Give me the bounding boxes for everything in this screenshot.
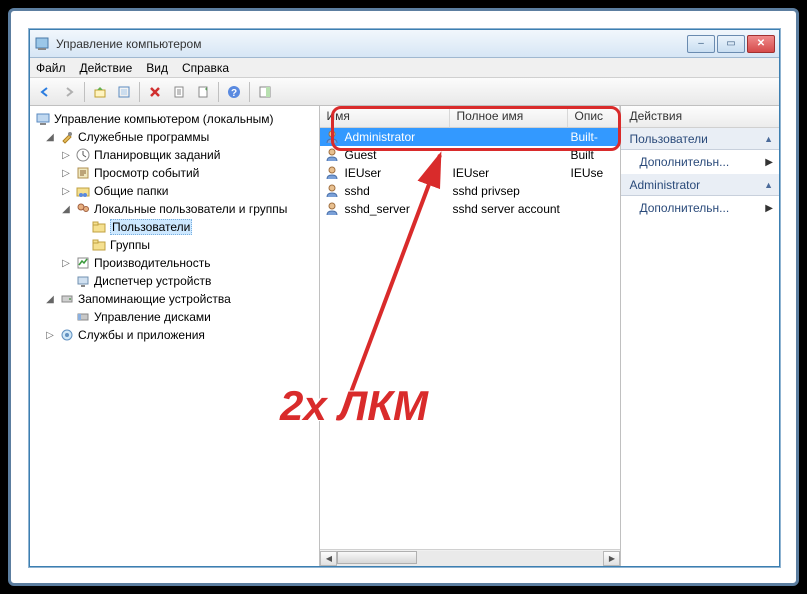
user-icon [324, 201, 340, 217]
list-row[interactable]: Guest Built [320, 146, 620, 164]
cell-fullname: sshd privsep [452, 184, 570, 198]
user-icon [324, 147, 340, 163]
close-button[interactable]: ✕ [747, 35, 775, 53]
tools-icon [59, 129, 75, 145]
collapse-icon[interactable]: ◢ [60, 204, 72, 215]
action-more-admin[interactable]: Дополнительн... ▶ [621, 196, 779, 220]
tree-storage[interactable]: ◢ Запоминающие устройства [32, 290, 317, 308]
column-desc[interactable]: Опис [568, 106, 620, 127]
cell-desc: Built [570, 148, 620, 162]
action-pane-button[interactable] [254, 81, 276, 103]
list-pane: Имя Полное имя Опис Administrator Built- G… [320, 106, 621, 566]
tree-services-apps[interactable]: ▷ Службы и приложения [32, 326, 317, 344]
maximize-button[interactable]: ▭ [717, 35, 745, 53]
actions-header: Действия [621, 106, 779, 128]
tree-root[interactable]: Управление компьютером (локальным) [32, 110, 317, 128]
list-row[interactable]: IEUserIEUserIEUse [320, 164, 620, 182]
delete-button[interactable] [144, 81, 166, 103]
scroll-left-icon[interactable]: ◀ [320, 551, 337, 566]
shared-folder-icon [75, 183, 91, 199]
column-fullname[interactable]: Полное имя [450, 106, 568, 127]
app-icon [34, 36, 50, 52]
folder-icon [91, 237, 107, 253]
back-button[interactable] [34, 81, 56, 103]
cell-name: sshd_server [344, 202, 452, 216]
tree-task-scheduler[interactable]: ▷ Планировщик заданий [32, 146, 317, 164]
collapse-icon[interactable]: ◢ [44, 132, 56, 143]
tree-performance[interactable]: ▷ Производительность [32, 254, 317, 272]
cell-name: IEUser [344, 166, 452, 180]
list-row[interactable]: Administrator Built- [320, 128, 620, 146]
storage-icon [59, 291, 75, 307]
cell-name: Guest [344, 148, 452, 162]
scroll-thumb[interactable] [337, 551, 417, 564]
expand-icon[interactable]: ▷ [60, 150, 72, 161]
action-more-users[interactable]: Дополнительн... ▶ [621, 150, 779, 174]
actions-pane: Действия Пользователи ▲ Дополнительн... … [621, 106, 779, 566]
chevron-right-icon: ▶ [765, 157, 773, 168]
help-button[interactable]: ? [223, 81, 245, 103]
tree-disk-management[interactable]: Управление дисками [32, 308, 317, 326]
action-group-admin[interactable]: Administrator ▲ [621, 174, 779, 196]
menu-view[interactable]: Вид [146, 61, 168, 75]
minimize-button[interactable]: – [687, 35, 715, 53]
svg-text:?: ? [231, 88, 237, 99]
menu-action[interactable]: Действие [80, 61, 133, 75]
cell-desc: IEUse [570, 166, 620, 180]
cell-fullname: sshd server account [452, 202, 570, 216]
device-icon [75, 273, 91, 289]
tree-pane[interactable]: Управление компьютером (локальным) ◢ Слу… [30, 106, 320, 566]
titlebar[interactable]: Управление компьютером – ▭ ✕ [30, 30, 779, 58]
window-title: Управление компьютером [56, 37, 687, 51]
cell-name: Administrator [344, 130, 452, 144]
disk-icon [75, 309, 91, 325]
menu-file[interactable]: Файл [36, 61, 66, 75]
toolbar: ? [30, 78, 779, 106]
user-icon [324, 183, 340, 199]
tree-services-programs[interactable]: ◢ Служебные программы [32, 128, 317, 146]
action-group-users[interactable]: Пользователи ▲ [621, 128, 779, 150]
expand-icon[interactable]: ▷ [60, 258, 72, 269]
tree-users[interactable]: Пользователи [32, 218, 317, 236]
list-body[interactable]: AdministratorBuilt-GuestBuiltIEUserIEUse… [320, 128, 620, 549]
collapse-icon[interactable]: ◢ [44, 294, 56, 305]
forward-button[interactable] [58, 81, 80, 103]
export-button[interactable] [168, 81, 190, 103]
cell-name: sshd [344, 184, 452, 198]
up-button[interactable] [89, 81, 111, 103]
menu-help[interactable]: Справка [182, 61, 229, 75]
folder-icon [91, 219, 107, 235]
events-icon [75, 165, 91, 181]
list-header: Имя Полное имя Опис [320, 106, 620, 128]
user-icon [324, 165, 340, 181]
list-row[interactable]: sshdsshd privsep [320, 182, 620, 200]
cell-fullname: IEUser [452, 166, 570, 180]
clock-icon [75, 147, 91, 163]
properties-button[interactable] [113, 81, 135, 103]
expand-icon[interactable]: ▷ [60, 168, 72, 179]
tree-groups[interactable]: Группы [32, 236, 317, 254]
users-icon [75, 201, 91, 217]
services-icon [59, 327, 75, 343]
user-icon [324, 129, 340, 145]
expand-icon[interactable]: ▷ [44, 330, 56, 341]
chevron-right-icon: ▶ [765, 203, 773, 214]
tree-event-viewer[interactable]: ▷ Просмотр событий [32, 164, 317, 182]
collapse-icon[interactable]: ▲ [764, 180, 773, 190]
menubar: Файл Действие Вид Справка [30, 58, 779, 78]
window: Управление компьютером – ▭ ✕ Файл Действ… [29, 29, 780, 567]
tree-device-manager[interactable]: Диспетчер устройств [32, 272, 317, 290]
tree-shared-folders[interactable]: ▷ Общие папки [32, 182, 317, 200]
expand-icon[interactable]: ▷ [60, 186, 72, 197]
list-row[interactable]: sshd_serversshd server account [320, 200, 620, 218]
column-name[interactable]: Имя [320, 106, 450, 127]
refresh-button[interactable] [192, 81, 214, 103]
scroll-right-icon[interactable]: ▶ [603, 551, 620, 566]
performance-icon [75, 255, 91, 271]
computer-icon [35, 111, 51, 127]
horizontal-scrollbar[interactable]: ◀ ▶ [320, 549, 620, 566]
collapse-icon[interactable]: ▲ [764, 134, 773, 144]
cell-desc: Built- [570, 130, 620, 144]
tree-local-users-groups[interactable]: ◢ Локальные пользователи и группы [32, 200, 317, 218]
